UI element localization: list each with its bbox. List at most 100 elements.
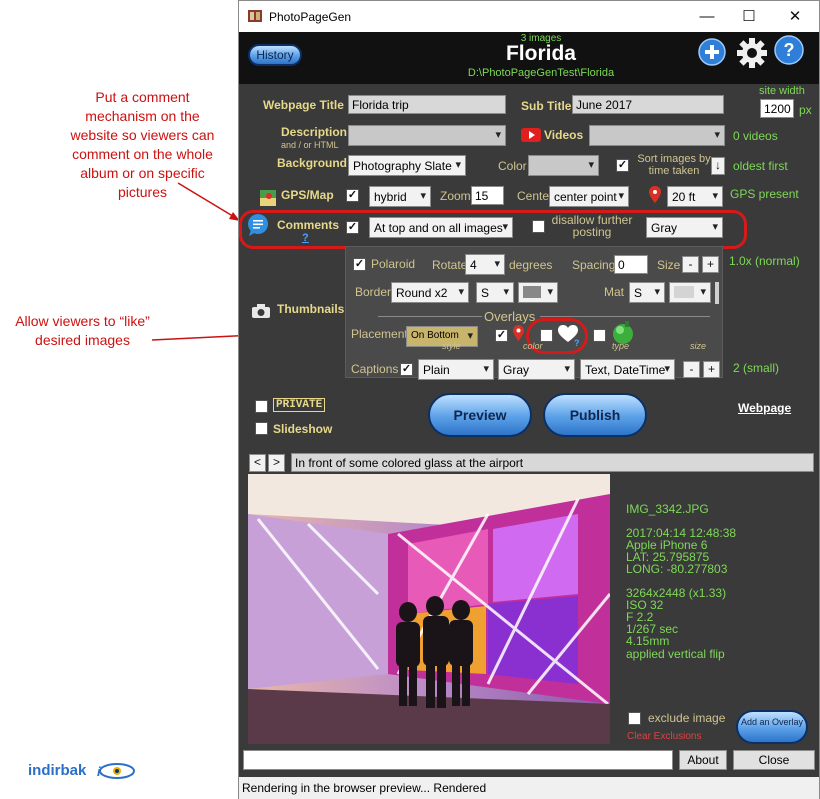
- center-dropdown[interactable]: center point: [549, 186, 629, 207]
- brand-name: indirbak: [28, 762, 87, 779]
- exclude-image-checkbox[interactable]: [628, 712, 641, 725]
- album-path: D:\PhotoPageGenTest\Florida: [467, 67, 615, 79]
- caption-style-dropdown[interactable]: Plain: [418, 359, 494, 380]
- file-name: IMG_3342.JPG: [626, 502, 709, 516]
- help-icon[interactable]: ?: [774, 35, 804, 65]
- videos-dropdown[interactable]: [589, 125, 725, 146]
- border-size-dropdown[interactable]: S: [476, 282, 514, 303]
- location-overlay-checkbox[interactable]: ✓: [495, 329, 508, 342]
- caption-size-plus-button[interactable]: +: [703, 361, 720, 378]
- overlays-divider-right: [540, 316, 710, 317]
- mat-label: Mat: [604, 285, 625, 299]
- gps-label: GPS/Map: [281, 188, 334, 202]
- color-dropdown[interactable]: [528, 155, 599, 176]
- album-title: Florida: [505, 42, 576, 65]
- bottom-input[interactable]: [243, 750, 673, 770]
- webpage-link[interactable]: Webpage: [738, 401, 791, 415]
- rotate-dropdown[interactable]: 4: [465, 254, 505, 275]
- mat-color-dropdown[interactable]: [669, 282, 711, 303]
- description-sublabel: and / or HTML: [281, 140, 339, 150]
- size-minus-button[interactable]: -: [682, 256, 699, 273]
- mat-color-swatch: [674, 286, 694, 298]
- disallow-checkbox[interactable]: [532, 220, 545, 233]
- caption-size-value: 2 (small): [733, 361, 780, 375]
- site-width-input[interactable]: 1200: [760, 99, 794, 118]
- about-button[interactable]: About: [679, 750, 727, 770]
- gps-status: GPS present: [730, 187, 799, 201]
- svg-text:?: ?: [784, 40, 795, 60]
- polaroid-label: Polaroid: [371, 257, 416, 271]
- slideshow-checkbox[interactable]: [255, 422, 268, 435]
- private-label: PRIVATE: [273, 398, 326, 412]
- photo-preview: [248, 474, 610, 744]
- description-label: Description: [281, 125, 348, 139]
- close-button[interactable]: Close: [733, 750, 815, 770]
- plus-icon[interactable]: [698, 38, 726, 66]
- captions-checkbox[interactable]: ✓: [400, 363, 413, 376]
- clear-exclusions-link[interactable]: Clear Exclusions: [627, 731, 701, 742]
- app-window: PhotoPageGen — ☐ ✕ History 3 images Flor…: [238, 0, 820, 799]
- description-dropdown[interactable]: [348, 125, 506, 146]
- size-plus-button[interactable]: +: [702, 256, 719, 273]
- captions-label: Captions: [351, 362, 399, 376]
- polaroid-checkbox[interactable]: ✓: [353, 258, 366, 271]
- background-label: Background: [277, 156, 348, 170]
- slideshow-label: Slideshow: [273, 422, 333, 436]
- minimize-button[interactable]: —: [697, 7, 717, 27]
- thumbnails-label: Thumbnails: [277, 302, 345, 316]
- size-sublabel: size: [690, 341, 707, 351]
- status-bar: Rendering in the browser preview... Rend…: [239, 777, 819, 799]
- webpage-title-input[interactable]: Florida trip: [348, 95, 506, 114]
- sort-order-label: oldest first: [733, 159, 788, 173]
- private-checkbox[interactable]: [255, 400, 268, 413]
- zoom-input[interactable]: 15: [471, 186, 504, 205]
- radius-dropdown[interactable]: 20 ft: [667, 186, 723, 207]
- overlays-label: Overlays: [484, 309, 536, 324]
- gear-icon[interactable]: [736, 37, 768, 69]
- history-button[interactable]: History: [248, 44, 302, 66]
- comments-help-link[interactable]: ?: [302, 232, 309, 244]
- location-pin-icon: [649, 186, 661, 203]
- title-bar: PhotoPageGen — ☐ ✕: [239, 1, 819, 32]
- image-caption-input[interactable]: In front of some colored glass at the ai…: [291, 453, 814, 472]
- caption-color-dropdown[interactable]: Gray: [498, 359, 575, 380]
- border-color-dropdown[interactable]: [518, 282, 558, 303]
- sort-checkbox[interactable]: ✓: [616, 159, 629, 172]
- badge-overlay-checkbox[interactable]: [593, 329, 606, 342]
- prev-image-button[interactable]: <: [249, 454, 266, 472]
- comments-checkbox[interactable]: ✓: [346, 221, 359, 234]
- svg-text:i: i: [97, 764, 101, 779]
- next-image-button[interactable]: >: [268, 454, 285, 472]
- background-dropdown[interactable]: Photography Slate: [348, 155, 466, 176]
- overlays-divider-left: [378, 316, 482, 317]
- spacing-input[interactable]: 0: [614, 255, 648, 274]
- sort-order-button[interactable]: ↓: [711, 157, 725, 175]
- add-overlay-button[interactable]: Add an Overlay: [736, 710, 808, 744]
- preview-button[interactable]: Preview: [428, 393, 532, 437]
- mat-size-dropdown[interactable]: S: [629, 282, 665, 303]
- caption-type-dropdown[interactable]: Text, DateTime: [580, 359, 675, 380]
- style-sublabel: style: [442, 341, 461, 351]
- gps-checkbox[interactable]: ✓: [346, 189, 359, 202]
- sub-title-input[interactable]: June 2017: [572, 95, 724, 114]
- caption-size-minus-button[interactable]: -: [683, 361, 700, 378]
- color-label: Color: [498, 159, 527, 173]
- photo-long: LONG: -80.277803: [626, 562, 728, 576]
- border-dropdown[interactable]: Round x2: [391, 282, 469, 303]
- publish-button[interactable]: Publish: [543, 393, 647, 437]
- location-overlay-pin-icon: [513, 325, 524, 341]
- thumbnails-panel: ✓ Polaroid Rotate 4 degrees Spacing 0 Si…: [345, 246, 723, 380]
- comments-color-dropdown[interactable]: Gray: [646, 217, 723, 238]
- app-body: History 3 images Florida D:\PhotoPageGen…: [239, 32, 819, 746]
- map-type-dropdown[interactable]: hybrid: [369, 186, 431, 207]
- border-color-swatch: [523, 286, 541, 298]
- videos-count: 0 videos: [733, 129, 778, 143]
- like-help-link[interactable]: ?: [574, 338, 580, 348]
- site-width-unit: px: [799, 103, 812, 117]
- maximize-button[interactable]: ☐: [739, 7, 759, 27]
- camera-icon: [252, 304, 270, 318]
- thumb-size-value: 1.0x (normal): [729, 254, 800, 268]
- close-window-button[interactable]: ✕: [785, 7, 805, 27]
- site-width-label: site width: [759, 85, 805, 97]
- comments-mode-dropdown[interactable]: At top and on all images: [369, 217, 513, 238]
